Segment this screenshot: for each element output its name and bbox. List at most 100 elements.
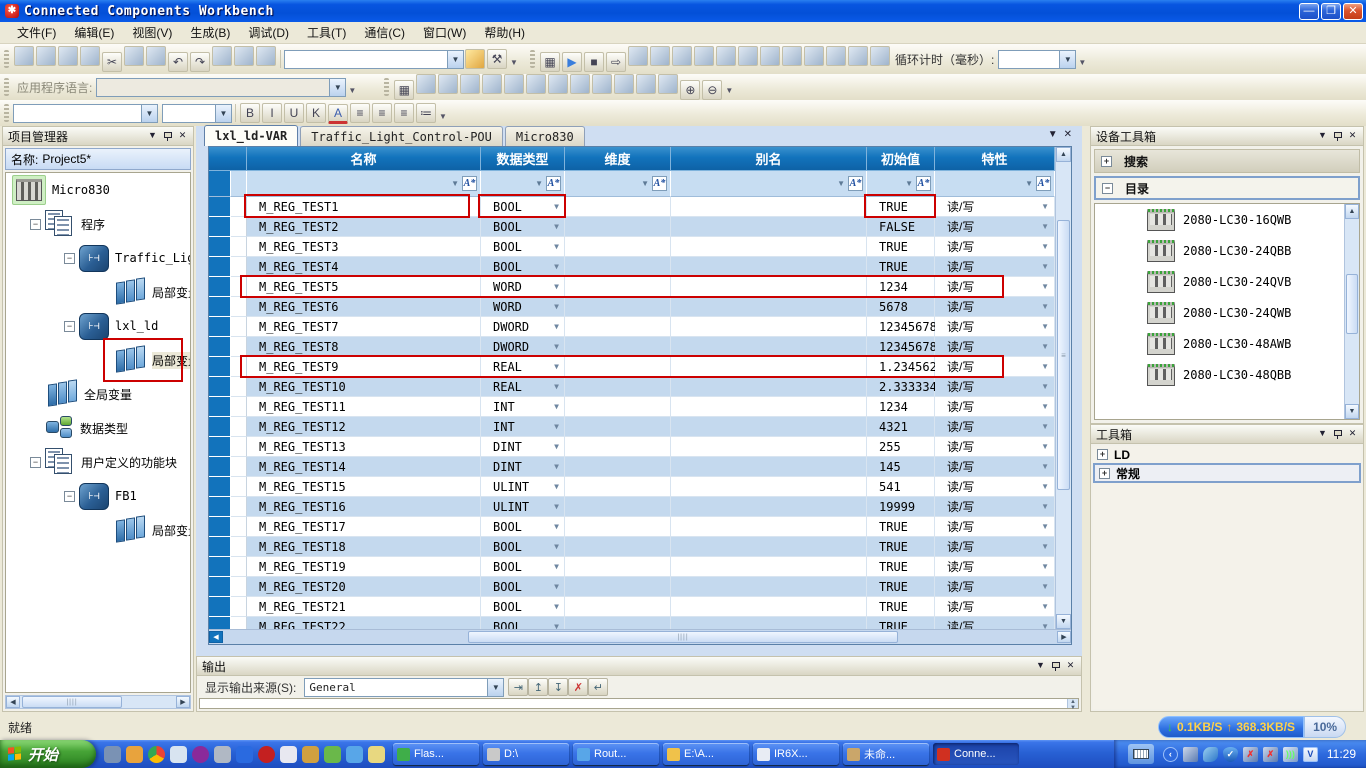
filter-dropdown-icon[interactable]: ▼ bbox=[451, 179, 459, 188]
start-button[interactable]: 开始 bbox=[0, 740, 96, 768]
taskbar-button-Rout...[interactable]: Rout... bbox=[573, 743, 659, 765]
cell-initial-value[interactable]: TRUE bbox=[867, 537, 935, 557]
minus-icon[interactable]: − bbox=[64, 321, 75, 332]
cell-attribute[interactable]: 读/写▼ bbox=[935, 237, 1055, 257]
font-filter-icon[interactable]: A* bbox=[916, 176, 931, 191]
cell-alias[interactable] bbox=[671, 457, 867, 477]
chevron-down-icon[interactable]: ▼ bbox=[1041, 602, 1049, 611]
row-header-cell[interactable] bbox=[209, 497, 231, 517]
cell-initial-value[interactable]: 255 bbox=[867, 437, 935, 457]
filter-cell-初始值[interactable]: ▼A* bbox=[867, 171, 935, 197]
chevron-down-icon[interactable]: ▼ bbox=[1041, 622, 1049, 629]
cell-initial-value[interactable]: 1234 bbox=[867, 277, 935, 297]
row-header-cell[interactable] bbox=[209, 437, 231, 457]
cell-attribute[interactable]: 读/写▼ bbox=[935, 477, 1055, 497]
search-combo[interactable]: ▼ bbox=[284, 50, 464, 69]
column-header-特性[interactable]: 特性 bbox=[935, 147, 1055, 171]
cell-alias[interactable] bbox=[671, 497, 867, 517]
scroll-left-icon[interactable]: ◀ bbox=[6, 696, 20, 708]
font-color-icon[interactable]: A bbox=[328, 104, 348, 124]
cell-initial-value[interactable]: 1.2345621 bbox=[867, 357, 935, 377]
column-header-别名[interactable]: 别名 bbox=[671, 147, 867, 171]
cell-attribute[interactable]: 读/写▼ bbox=[935, 357, 1055, 377]
align-left-icon[interactable] bbox=[416, 74, 436, 94]
filter-cell-维度[interactable]: ▼A* bbox=[565, 171, 671, 197]
cell-dimension[interactable] bbox=[565, 357, 671, 377]
cell-initial-value[interactable]: TRUE bbox=[867, 257, 935, 277]
cell-alias[interactable] bbox=[671, 357, 867, 377]
tab-close-icon[interactable]: ✕ bbox=[1064, 129, 1072, 140]
chevron-down-icon[interactable]: ▼ bbox=[554, 602, 559, 611]
cell-name[interactable]: M_REG_TEST12 bbox=[247, 417, 481, 437]
panel-close-icon[interactable]: ✕ bbox=[1345, 129, 1360, 143]
attach-icon[interactable] bbox=[672, 46, 692, 66]
chevron-down-icon[interactable]: ▼ bbox=[554, 322, 559, 331]
scroll-down-icon[interactable]: ▼ bbox=[1345, 404, 1359, 419]
menu-item-H[interactable]: 帮助(H) bbox=[475, 22, 534, 43]
cell-dimension[interactable] bbox=[565, 457, 671, 477]
column-header-名称[interactable]: 名称 bbox=[247, 147, 481, 171]
cell-attribute[interactable]: 读/写▼ bbox=[935, 417, 1055, 437]
cell-name[interactable]: M_REG_TEST3 bbox=[247, 237, 481, 257]
cell-alias[interactable] bbox=[671, 477, 867, 497]
row-header-cell[interactable] bbox=[209, 417, 231, 437]
chevron-down-icon[interactable]: ▼ bbox=[1041, 442, 1049, 451]
chevron-down-icon[interactable]: ▼ bbox=[554, 442, 559, 451]
tray-collapse-icon[interactable]: ‹ bbox=[1163, 747, 1178, 762]
scroll-up-icon[interactable]: ▲ bbox=[1056, 147, 1071, 162]
network-speed-widget[interactable]: ↓ 0.1KB/S ↑ 368.3KB/S 10% bbox=[1158, 716, 1346, 738]
cell-dimension[interactable] bbox=[565, 217, 671, 237]
chevron-down-icon[interactable]: ▼ bbox=[554, 362, 559, 371]
bring-to-front-icon[interactable] bbox=[592, 74, 612, 94]
cell-initial-value[interactable]: TRUE bbox=[867, 557, 935, 577]
row-header-cell[interactable] bbox=[209, 597, 231, 617]
output-vscrollbar[interactable]: ▲▼ bbox=[1067, 699, 1078, 708]
minus-icon[interactable]: − bbox=[64, 491, 75, 502]
cell-alias[interactable] bbox=[671, 317, 867, 337]
messenger-icon[interactable] bbox=[104, 746, 121, 763]
project-tree-hscrollbar[interactable]: ◀ |||| ▶ bbox=[5, 695, 191, 709]
cell-type[interactable]: BOOL▼ bbox=[481, 197, 565, 217]
pin-icon[interactable] bbox=[160, 129, 175, 143]
zoom-out-icon[interactable]: ⊖ bbox=[702, 80, 722, 100]
search-section-header[interactable]: + 搜索 bbox=[1094, 149, 1360, 173]
messenger-bird-icon[interactable] bbox=[1203, 747, 1218, 762]
cell-initial-value[interactable]: 541 bbox=[867, 477, 935, 497]
cell-initial-value[interactable]: 145 bbox=[867, 457, 935, 477]
cell-type[interactable]: INT▼ bbox=[481, 397, 565, 417]
column-header-维度[interactable]: 维度 bbox=[565, 147, 671, 171]
close-button[interactable]: ✕ bbox=[1343, 3, 1363, 20]
row-header-cell[interactable] bbox=[209, 377, 231, 397]
tab-Micro830[interactable]: Micro830 bbox=[505, 126, 585, 146]
tree-item-lxl_ld[interactable]: −⊦⊣lxl_ld bbox=[6, 309, 190, 343]
menu-item-E[interactable]: 编辑(E) bbox=[65, 22, 123, 43]
cell-dimension[interactable] bbox=[565, 417, 671, 437]
chevron-down-icon[interactable]: ▼ bbox=[554, 242, 559, 251]
toolbar-overflow-icon[interactable]: ▼ bbox=[723, 77, 735, 97]
navigate-back-icon[interactable] bbox=[212, 46, 232, 66]
filter-dropdown-icon[interactable]: ▼ bbox=[905, 179, 913, 188]
align-text-right-icon[interactable]: ≡ bbox=[394, 103, 414, 123]
teamviewer-icon[interactable] bbox=[236, 746, 253, 763]
tree-item-数据类型[interactable]: 数据类型 bbox=[6, 411, 190, 445]
chevron-down-icon[interactable]: ▼ bbox=[1041, 482, 1049, 491]
chevron-down-icon[interactable]: ▼ bbox=[554, 542, 559, 551]
cell-dimension[interactable] bbox=[565, 437, 671, 457]
cell-type[interactable]: DINT▼ bbox=[481, 437, 565, 457]
chevron-down-icon[interactable]: ▼ bbox=[1041, 342, 1049, 351]
cell-dimension[interactable] bbox=[565, 477, 671, 497]
cell-type[interactable]: DWORD▼ bbox=[481, 337, 565, 357]
cell-name[interactable]: M_REG_TEST14 bbox=[247, 457, 481, 477]
cell-name[interactable]: M_REG_TEST13 bbox=[247, 437, 481, 457]
align-bottom-icon[interactable] bbox=[482, 74, 502, 94]
row-header-cell[interactable] bbox=[209, 277, 231, 297]
row-header-cell[interactable] bbox=[209, 217, 231, 237]
cell-type[interactable]: BOOL▼ bbox=[481, 517, 565, 537]
cell-type[interactable]: INT▼ bbox=[481, 417, 565, 437]
menu-item-T[interactable]: 工具(T) bbox=[298, 22, 355, 43]
device-item-2080-LC30-48QBB[interactable]: 2080-LC30-48QBB bbox=[1095, 359, 1359, 390]
cell-alias[interactable] bbox=[671, 217, 867, 237]
cell-attribute[interactable]: 读/写▼ bbox=[935, 497, 1055, 517]
cell-alias[interactable] bbox=[671, 337, 867, 357]
grid-icon[interactable]: ▦ bbox=[394, 80, 414, 100]
